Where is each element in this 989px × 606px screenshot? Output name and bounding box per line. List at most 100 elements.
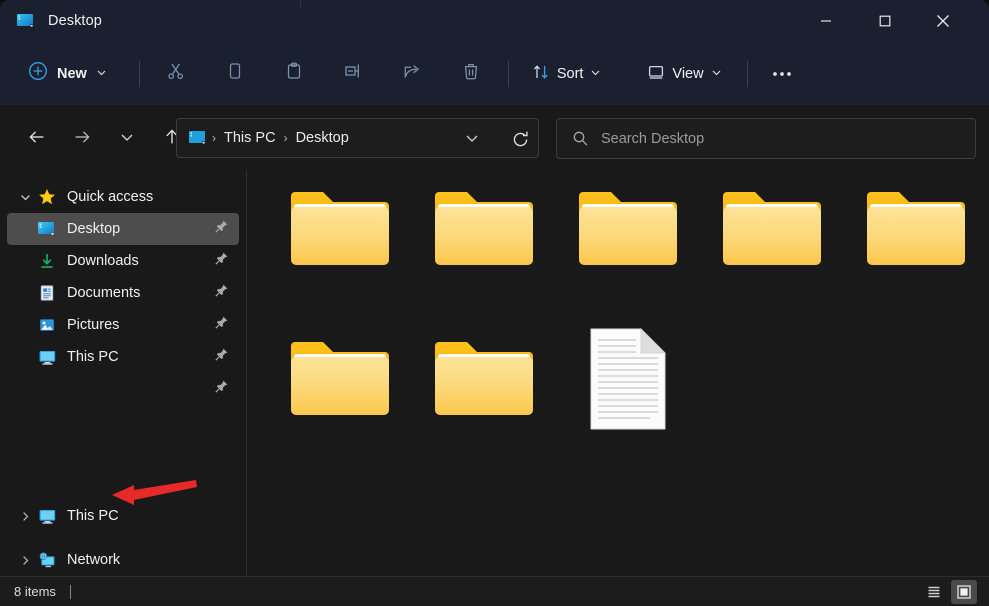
- picture-icon: [35, 316, 59, 334]
- pin-icon[interactable]: [214, 283, 229, 303]
- recent-locations-button[interactable]: [110, 120, 144, 154]
- text-document-icon: [588, 327, 668, 431]
- tab-seam: [300, 0, 301, 8]
- chevron-down-icon[interactable]: [15, 191, 35, 204]
- sidebar-group-quick-access[interactable]: Quick access: [7, 181, 239, 213]
- chevron-right-icon[interactable]: [15, 554, 35, 567]
- sidebar-item-documents[interactable]: Documents: [7, 277, 239, 309]
- sidebar-item-label: This PC: [67, 349, 119, 365]
- rename-icon: [343, 61, 363, 86]
- file-item-folder-4[interactable]: [712, 184, 832, 334]
- file-item-folder-2[interactable]: [424, 184, 544, 334]
- back-button[interactable]: [20, 120, 54, 154]
- folder-icon: [433, 334, 535, 420]
- cut-button[interactable]: [156, 56, 196, 92]
- monitor-icon: [35, 349, 59, 366]
- file-item-folder-1[interactable]: [280, 184, 400, 334]
- pin-icon[interactable]: [214, 379, 229, 399]
- monitor-icon: [647, 63, 665, 85]
- command-bar: New: [0, 42, 989, 105]
- file-item-folder-3[interactable]: [568, 184, 688, 334]
- sidebar-item-desktop[interactable]: Desktop: [7, 213, 239, 245]
- minimize-button[interactable]: [800, 0, 852, 42]
- window-title: Desktop: [48, 13, 102, 29]
- more-options-button[interactable]: [762, 56, 802, 92]
- sidebar-item-this-pc[interactable]: This PC: [7, 500, 239, 532]
- folder-icon: [289, 184, 391, 270]
- download-icon: [35, 252, 59, 270]
- pin-icon[interactable]: [214, 347, 229, 367]
- scissors-icon: [166, 61, 186, 86]
- search-box[interactable]: Search Desktop: [556, 118, 976, 159]
- breadcrumb-separator: ›: [212, 131, 216, 145]
- sidebar-item-label: Pictures: [67, 317, 119, 333]
- folder-icon: [433, 184, 535, 270]
- trash-icon: [461, 61, 481, 86]
- address-bar[interactable]: › This PC › Desktop: [176, 118, 539, 158]
- pin-icon[interactable]: [214, 251, 229, 271]
- view-button[interactable]: View: [638, 57, 730, 91]
- plus-circle-icon: [28, 61, 48, 86]
- status-divider: [70, 585, 71, 599]
- chevron-down-icon: [590, 66, 601, 82]
- item-count-label: 8 items: [14, 584, 56, 599]
- monitor-icon: [35, 508, 59, 525]
- ellipsis-icon: [771, 65, 793, 83]
- sidebar-item-label: Desktop: [67, 221, 120, 237]
- forward-button[interactable]: [65, 120, 99, 154]
- large-icons-view-button[interactable]: [951, 580, 977, 604]
- toolbar-divider-1: [139, 61, 140, 87]
- view-toggle-group: [921, 580, 977, 604]
- breadcrumb-item-this-pc[interactable]: This PC: [220, 128, 280, 148]
- delete-button[interactable]: [451, 56, 491, 92]
- file-explorer-window: Desktop New: [0, 0, 989, 606]
- pin-icon[interactable]: [214, 219, 229, 239]
- sidebar: Quick access Desktop: [0, 170, 247, 576]
- sidebar-item-downloads[interactable]: Downloads: [7, 245, 239, 277]
- maximize-button[interactable]: [859, 0, 911, 42]
- details-view-button[interactable]: [921, 580, 947, 604]
- file-item-folder-5[interactable]: [856, 184, 976, 334]
- breadcrumb-separator: ›: [284, 131, 288, 145]
- sidebar-item-label: Documents: [67, 285, 140, 301]
- status-bar: 8 items: [0, 576, 989, 606]
- refresh-button[interactable]: [505, 125, 535, 153]
- paste-icon: [284, 61, 304, 86]
- paste-button[interactable]: [274, 56, 314, 92]
- document-icon: [35, 284, 59, 302]
- sidebar-item-this-pc-quick[interactable]: This PC: [7, 341, 239, 373]
- new-button-label: New: [57, 66, 87, 82]
- new-button[interactable]: New: [22, 55, 117, 92]
- sidebar-item-label: Network: [67, 552, 120, 568]
- folder-icon: [865, 184, 967, 270]
- chevron-down-icon: [711, 66, 722, 82]
- folder-icon: [577, 184, 679, 270]
- star-icon: [35, 188, 59, 206]
- close-button[interactable]: [917, 0, 969, 42]
- copy-button[interactable]: [215, 56, 255, 92]
- search-input[interactable]: Search Desktop: [601, 131, 704, 147]
- toolbar-divider-3: [747, 61, 748, 87]
- chevron-down-icon: [96, 65, 107, 83]
- network-icon: [35, 552, 59, 569]
- copy-icon: [225, 61, 245, 86]
- chevron-right-icon[interactable]: [15, 510, 35, 523]
- toolbar-divider-2: [508, 61, 509, 87]
- file-item-document-1[interactable]: [568, 327, 688, 477]
- view-button-label: View: [672, 66, 703, 82]
- sort-button-label: Sort: [557, 66, 584, 82]
- address-dropdown-button[interactable]: [464, 130, 480, 146]
- share-button[interactable]: [392, 56, 432, 92]
- pin-icon[interactable]: [214, 315, 229, 335]
- sort-button[interactable]: Sort: [523, 57, 611, 91]
- sidebar-group-label: Quick access: [67, 189, 153, 205]
- sidebar-item-pinned-empty[interactable]: [7, 373, 239, 405]
- file-item-folder-6[interactable]: [280, 334, 400, 484]
- file-item-folder-7[interactable]: [424, 334, 544, 484]
- rename-button[interactable]: [333, 56, 373, 92]
- sidebar-item-pictures[interactable]: Pictures: [7, 309, 239, 341]
- breadcrumb-item-desktop[interactable]: Desktop: [292, 128, 353, 148]
- file-list-view[interactable]: [248, 170, 989, 576]
- sidebar-item-network[interactable]: Network: [7, 544, 239, 576]
- sidebar-item-label: This PC: [67, 508, 119, 524]
